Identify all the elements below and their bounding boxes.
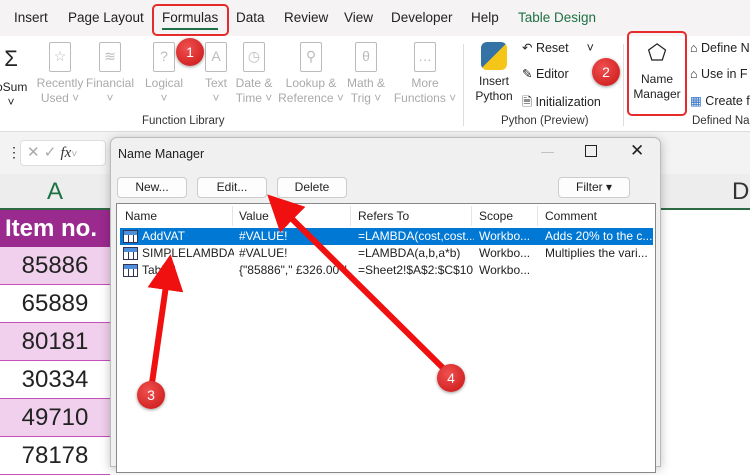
step-marker-1: 1	[176, 38, 204, 66]
arrow-to-edit	[267, 194, 446, 371]
step-marker-4: 4	[437, 364, 465, 392]
step-marker-2: 2	[592, 58, 620, 86]
arrow-to-addvat	[147, 254, 184, 384]
step-marker-3: 3	[137, 381, 165, 409]
annotation-arrows	[147, 194, 446, 384]
